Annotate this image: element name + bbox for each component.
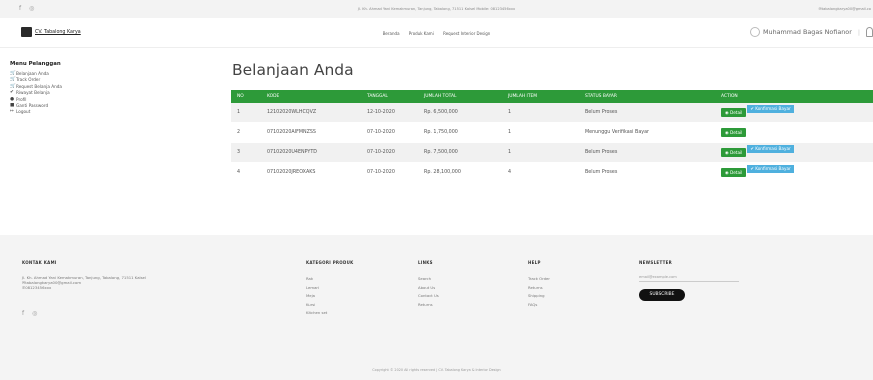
footer-links: LINKS Search About Us Contact Us Returns xyxy=(418,260,439,309)
avatar-icon xyxy=(750,27,760,37)
footer: KONTAK KAMI Jl. Kh. Ahmad Yani Kemakmura… xyxy=(0,235,873,380)
page-title: Belanjaan Anda xyxy=(232,61,354,79)
konfirmasi-bayar-button[interactable]: ✔ Konfirmasi Bayar xyxy=(747,145,794,153)
konfirmasi-bayar-button[interactable]: ✔ Konfirmasi Bayar xyxy=(747,165,794,173)
newsletter-email-input[interactable]: email@example.com xyxy=(639,275,739,282)
cell-item: 1 xyxy=(502,102,579,123)
footer-kontak-heading: KONTAK KAMI xyxy=(22,260,57,265)
cell-no: 2 xyxy=(231,122,261,143)
footer-social: f ◎ xyxy=(22,310,146,317)
table-row: 1 12102020WLHCQVZ 12-10-2020 Rp. 6,500,0… xyxy=(231,102,873,123)
nav-produk-kami[interactable]: Produk Kami xyxy=(409,31,434,36)
nav-beranda[interactable]: Beranda xyxy=(383,31,400,36)
footer-phone: ✆08123456xxx xyxy=(22,285,52,290)
footer-link[interactable]: Contact Us xyxy=(418,292,439,301)
col-jumlah-item: JUMLAH ITEM xyxy=(502,90,579,103)
footer-kategori: KATEGORI PRODUK Rak Lemari Meja Kursi Ki… xyxy=(306,260,354,318)
cell-total: Rp. 1,750,000 xyxy=(418,122,502,143)
footer-help: HELP Track Order Returns Shipping FAQs xyxy=(528,260,550,309)
top-address: Jl. Kh. Ahmad Yani Kemakmuran, Tanjung, … xyxy=(357,7,516,11)
subscribe-button[interactable]: SUBSCRIBE xyxy=(639,289,685,301)
footer-link[interactable]: Kitchen set xyxy=(306,309,354,318)
detail-button[interactable]: ◉ Detail xyxy=(721,148,747,157)
cell-status: Menunggu Verifikasi Bayar xyxy=(579,122,715,143)
table-row: 2 07102020AIFMNZSS 07-10-2020 Rp. 1,750,… xyxy=(231,122,873,143)
footer-kategori-heading: KATEGORI PRODUK xyxy=(306,260,354,265)
notification-icon[interactable] xyxy=(866,27,873,37)
footer-link[interactable]: Kursi xyxy=(306,301,354,310)
cell-no: 4 xyxy=(231,162,261,183)
user-menu[interactable]: Muhammad Bagas Nofianor | xyxy=(750,27,873,37)
user-name[interactable]: Muhammad Bagas Nofianor xyxy=(763,28,852,36)
footer-newsletter-heading: NEWSLETTER xyxy=(639,260,673,265)
cell-tanggal: 07-10-2020 xyxy=(361,162,418,183)
cell-item: 1 xyxy=(502,142,579,163)
top-email: ✉tabalongkarya00@gmail.co xyxy=(818,7,871,11)
nav-request-interior[interactable]: Request Interior Design xyxy=(443,31,490,36)
cell-tanggal: 07-10-2020 xyxy=(361,142,418,163)
cell-status: Belum Proses xyxy=(579,142,715,163)
table-header-row: NO KODE TANGGAL JUMLAH TOTAL JUMLAH ITEM… xyxy=(231,90,873,103)
table-row: 4 07102020JREOXAKS 07-10-2020 Rp. 28,100… xyxy=(231,162,873,183)
sidebar-heading: Menu Pelanggan xyxy=(10,61,61,67)
cell-kode: 07102020JREOXAKS xyxy=(261,162,361,183)
cell-tanggal: 12-10-2020 xyxy=(361,102,418,123)
top-bar: f ◎ Jl. Kh. Ahmad Yani Kemakmuran, Tanjun… xyxy=(0,0,873,18)
konfirmasi-bayar-button[interactable]: ✔ Konfirmasi Bayar xyxy=(747,104,794,113)
detail-button[interactable]: ◉ Detail xyxy=(721,107,747,117)
cell-action: ◉ Detail✔ Konfirmasi Bayar xyxy=(715,142,873,163)
cell-status: Belum Proses xyxy=(579,162,715,183)
cell-total: Rp. 28,100,000 xyxy=(418,162,502,183)
cell-tanggal: 07-10-2020 xyxy=(361,122,418,143)
cell-no: 1 xyxy=(231,102,261,123)
orders-table: NO KODE TANGGAL JUMLAH TOTAL JUMLAH ITEM… xyxy=(231,90,873,183)
cell-kode: 07102020AIFMNZSS xyxy=(261,122,361,143)
sidebar-item-logout[interactable]: ↦ Logout xyxy=(10,109,120,115)
cell-no: 3 xyxy=(231,142,261,163)
user-separator: | xyxy=(857,28,860,36)
customer-sidebar: Menu Pelanggan 🛒 Belanjaan Anda 🛒 Track Or… xyxy=(10,61,120,116)
cell-item: 4 xyxy=(502,162,579,183)
footer-kontak: KONTAK KAMI Jl. Kh. Ahmad Yani Kemakmura… xyxy=(22,260,146,317)
cell-item: 1 xyxy=(502,122,579,143)
cell-total: Rp. 7,500,000 xyxy=(418,142,502,163)
table-row: 3 07102020U4ENPYTD 07-10-2020 Rp. 7,500,… xyxy=(231,142,873,163)
footer-link[interactable]: Lemari xyxy=(306,284,354,293)
footer-link[interactable]: Rak xyxy=(306,275,354,284)
main-menu: Beranda Produk Kami Request Interior Des… xyxy=(0,31,873,36)
detail-button[interactable]: ◉ Detail xyxy=(721,168,747,177)
footer-link[interactable]: Track Order xyxy=(528,275,550,284)
footer-link[interactable]: Search xyxy=(418,275,439,284)
col-tanggal: TANGGAL xyxy=(361,90,418,103)
instagram-icon[interactable]: ◎ xyxy=(32,310,37,317)
footer-links-heading: LINKS xyxy=(418,260,433,265)
facebook-icon[interactable]: f xyxy=(22,310,24,317)
footer-newsletter: NEWSLETTER email@example.com SUBSCRIBE xyxy=(639,260,739,301)
footer-link[interactable]: About Us xyxy=(418,284,439,293)
col-status-bayar: STATUS BAYAR xyxy=(579,90,715,103)
cell-kode: 07102020U4ENPYTD xyxy=(261,142,361,163)
copyright: Copyright © 2020 All rights reserved | C… xyxy=(372,368,501,372)
cell-total: Rp. 6,500,000 xyxy=(418,102,502,123)
cell-action: ◉ Detail✔ Konfirmasi Bayar xyxy=(715,162,873,183)
footer-link[interactable]: Returns xyxy=(418,301,439,310)
col-no: NO xyxy=(231,90,261,103)
col-action: ACTION xyxy=(715,90,873,103)
cell-action: ◉ Detail✔ Konfirmasi Bayar xyxy=(715,102,873,123)
cell-action: ◉ Detail xyxy=(715,122,873,143)
col-jumlah-total: JUMLAH TOTAL xyxy=(418,90,502,103)
col-kode: KODE xyxy=(261,90,361,103)
footer-link[interactable]: Returns xyxy=(528,284,550,293)
footer-link[interactable]: Meja xyxy=(306,292,354,301)
footer-link[interactable]: FAQs xyxy=(528,301,550,310)
footer-help-heading: HELP xyxy=(528,260,541,265)
detail-button[interactable]: ◉ Detail xyxy=(721,128,747,137)
footer-link[interactable]: Shipping xyxy=(528,292,550,301)
cell-kode: 12102020WLHCQVZ xyxy=(261,102,361,123)
cell-status: Belum Proses xyxy=(579,102,715,123)
navbar: CV. Tabalong Karya Beranda Produk Kami R… xyxy=(0,18,873,48)
